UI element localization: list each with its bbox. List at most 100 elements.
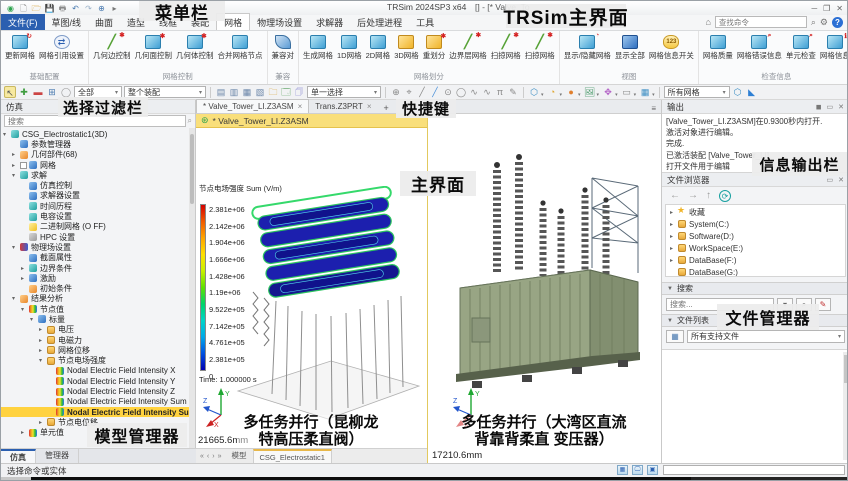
tab-overflow-menu-icon[interactable]: ≡ [651,104,661,113]
tree-item[interactable]: ▾ 求解 [1,170,190,180]
ribbon-button[interactable]: 网格信息开关 [647,32,696,70]
tree-item[interactable]: ▸ 网格 [1,160,190,170]
tree-item[interactable]: ▸ 电磁力 [1,335,190,345]
display-tool-icon[interactable]: ⬡▾ [528,86,544,98]
document-tab[interactable]: Trans.Z3PRT× [309,99,377,113]
tab-close-icon[interactable]: × [298,102,303,111]
tree-expander-icon[interactable]: ▸ [39,326,47,333]
ribbon-button[interactable]: ✱ 扫掠网格 [489,32,523,70]
status-toggle-icon[interactable]: ▣ [647,465,658,475]
display-tool-icon[interactable]: ▦▾ [639,86,655,98]
type-filter-icon[interactable]: ▥ [228,86,240,98]
home-icon[interactable]: ⌂ [705,17,710,27]
tree-expander-icon[interactable]: ▸ [39,337,47,344]
tree-expander-icon[interactable]: ▸ [12,162,20,169]
close-button[interactable]: ✕ [836,4,843,13]
quick-access-icon[interactable]: 💾 [43,2,56,15]
list-view-icon[interactable]: ▦ [666,330,684,343]
ribbon-button[interactable]: 合并网格节点 [216,32,265,70]
panel-control-icon[interactable]: ▭ [827,103,834,111]
ribbon-button[interactable]: 3D网格 [392,32,421,70]
tree-item[interactable]: ▸ 几何部件(68) [1,150,190,160]
view-tool-icon[interactable]: ⬡ [732,86,744,98]
type-filter-icon[interactable]: ▤ [215,86,227,98]
sheet-nav-arrow-icon[interactable]: » [218,453,222,460]
menu-tab[interactable]: 后处理进程 [350,14,409,30]
tree-expander-icon[interactable]: ▾ [12,295,20,302]
nav-arrow-icon[interactable]: ← [670,190,680,201]
tree-filter-icon[interactable]: ⌕ [188,116,192,126]
ribbon-button[interactable]: ✱ 重划分 [421,32,448,70]
tree-item[interactable]: Nodal Electric Field Intensity Sum [1,397,190,407]
tree-item[interactable]: ▾ 标量 [1,314,190,324]
tree-item[interactable]: 求解器设置 [1,191,190,201]
tree-item[interactable]: 截面属性 [1,253,190,263]
drive-tree-item[interactable]: DataBase(G:) [666,266,845,277]
ribbon-button[interactable]: ↻ 更新网格 [3,32,37,70]
view-tool-icon[interactable]: ◣ [746,86,758,98]
valve-tower-model[interactable] [236,186,422,432]
tree-checkbox[interactable] [20,162,27,169]
tree-expander-icon[interactable]: ▾ [12,172,20,179]
file-type-dropdown[interactable]: 所有支持文件▾ [687,330,845,343]
nav-arrow-icon[interactable]: → [688,190,698,201]
snap-tool-icon[interactable]: π [494,86,506,98]
menu-tab[interactable]: 工具 [409,14,441,30]
tree-expander-icon[interactable]: ▸ [670,257,678,264]
ribbon-button[interactable]: ✱ 几何边控制 [91,32,133,70]
document-tab[interactable]: * Valve_Tower_LI.Z3ASM× [196,99,309,113]
panel-control-icon[interactable]: ✕ [838,176,844,184]
new-tab-button[interactable]: + [377,103,394,113]
tree-item[interactable]: ▾ 物理场设置 [1,242,190,252]
tree-item[interactable]: ▾ 节点电场强度 [1,356,190,366]
tree-expander-icon[interactable]: ▸ [670,233,678,240]
selection-tool-icon[interactable]: ✚ [18,86,30,98]
selection-tool-icon[interactable]: ▬ [32,86,44,98]
tree-item[interactable]: ▸ 激励 [1,273,190,283]
tree-item[interactable]: Nodal Electric Field Intensity X [1,366,190,376]
type-filter-icon[interactable]: 🗔 [280,86,292,98]
tree-item[interactable]: Nodal Electric Field Intensity Z [1,386,190,396]
ribbon-button[interactable]: 兼容对 [270,32,297,70]
drive-tree-item[interactable]: ▸ WorkSpace(E:) [666,242,845,254]
tree-item[interactable]: 参数管理器 [1,139,190,149]
ribbon-button[interactable]: 网格质量 [701,32,735,70]
active-document-bar[interactable]: ⊛ * Valve_Tower_LI.Z3ASM [196,114,427,128]
snap-tool-icon[interactable]: ⊕ [390,86,402,98]
display-tool-icon[interactable]: ▭▾ [621,86,637,98]
quick-access-icon[interactable]: ⊕ [95,2,108,15]
tree-item[interactable]: 时间历程 [1,201,190,211]
type-filter-icon[interactable]: ▦ [241,86,253,98]
ribbon-button[interactable]: ✱ 边界层网格 [447,32,489,70]
tree-expander-icon[interactable]: ▸ [21,429,29,436]
quick-access-icon[interactable]: 🗋 [17,2,30,15]
minimize-button[interactable]: ─ [811,4,817,13]
menu-tab[interactable]: 求解器 [309,14,350,30]
tree-expander-icon[interactable]: ▸ [39,347,47,354]
menu-tab[interactable]: 曲面 [88,14,120,30]
tree-item[interactable]: ▾ 结果分析 [1,294,190,304]
quick-access-icon[interactable]: ↷ [82,2,95,15]
quick-access-icon[interactable]: 🗁 [30,2,43,15]
snap-tool-icon[interactable]: ╱ [416,86,428,98]
menu-tab[interactable]: 文件(F) [1,14,45,30]
tree-item[interactable]: ▾ CSG_Electrostatic1(3D) [1,129,190,139]
ribbon-button[interactable]: ⌕ 网格错误信息 [735,32,784,70]
display-tool-icon[interactable]: 🖼▾ [584,86,600,98]
type-filter-icon[interactable]: 🗇 [293,86,305,98]
command-search-input[interactable] [715,16,807,28]
tree-scrollbar[interactable] [189,128,195,448]
type-filter-icon[interactable]: ▧ [254,86,266,98]
type-filter-icon[interactable]: 🗀 [267,86,279,98]
tree-item[interactable]: Nodal Electric Field Intensity Sum (Cust [1,407,190,417]
tree-expander-icon[interactable]: ▾ [21,306,29,313]
quick-access-icon[interactable]: 🖶 [56,2,69,15]
quick-access-icon[interactable]: ▸ [108,2,121,15]
tree-item[interactable]: 初始条件 [1,283,190,293]
gear-icon[interactable]: ⚙ [820,17,828,28]
tree-item[interactable]: HPC 设置 [1,232,190,242]
left-panel-tab[interactable]: 仿真 [1,449,36,464]
ribbon-button[interactable]: 2D网格 [364,32,393,70]
tree-item[interactable]: 二进制网格 (O FF) [1,222,190,232]
mesh-display-dropdown[interactable]: 所有网格▾ [664,86,730,98]
